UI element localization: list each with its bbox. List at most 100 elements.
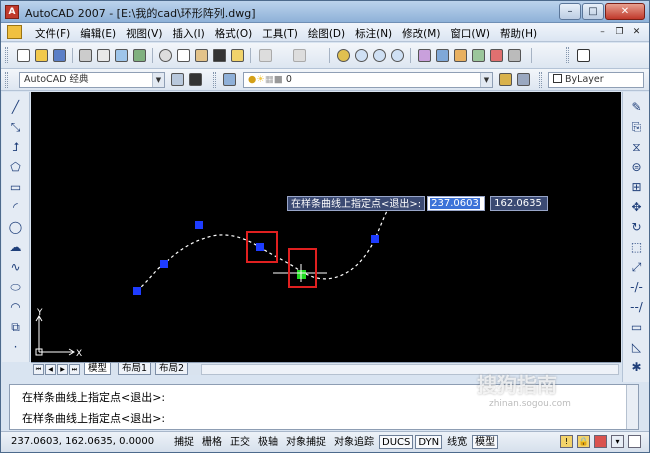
chamfer-icon[interactable]: ◺ xyxy=(629,340,644,355)
line-icon[interactable]: ╱ xyxy=(8,100,23,115)
status-toggle-7[interactable]: DYN xyxy=(415,435,443,449)
layer-previous-icon[interactable] xyxy=(515,71,532,88)
move-icon[interactable]: ✥ xyxy=(629,200,644,215)
offset-icon[interactable]: ⊜ xyxy=(629,160,644,175)
circle-icon[interactable]: ◯ xyxy=(8,220,23,235)
rotate-icon[interactable]: ↻ xyxy=(629,220,644,235)
trim-icon[interactable]: -/- xyxy=(629,280,644,295)
layer-manager-icon[interactable] xyxy=(221,71,238,88)
save-icon[interactable] xyxy=(51,47,68,64)
polygon-icon[interactable]: ⬠ xyxy=(8,160,23,175)
undo-icon[interactable] xyxy=(257,47,274,64)
tab-model[interactable]: 模型 xyxy=(84,363,112,375)
status-toggle-9[interactable]: 模型 xyxy=(472,435,499,449)
status-toggle-1[interactable]: 栅格 xyxy=(199,435,225,449)
toolbar-grip[interactable] xyxy=(539,72,542,88)
ellipse-icon[interactable]: ⬭ xyxy=(8,280,23,295)
redo-icon[interactable] xyxy=(291,47,308,64)
array-icon[interactable]: ⊞ xyxy=(629,180,644,195)
tab-layout2[interactable]: 布局2 xyxy=(155,363,189,375)
break-icon[interactable]: ▭ xyxy=(629,320,644,335)
construction-line-icon[interactable]: ⤡ xyxy=(8,120,23,135)
dynamic-input-y[interactable]: 162.0635 xyxy=(490,196,549,211)
first-tab-button[interactable]: ⏮ xyxy=(33,364,44,375)
menu-item-9[interactable]: 窗口(W) xyxy=(446,26,496,41)
3d-dwf-icon[interactable] xyxy=(131,47,148,64)
calculator-icon[interactable] xyxy=(506,47,523,64)
scale-icon[interactable]: ⬚ xyxy=(629,240,644,255)
doc-close-button[interactable]: ✕ xyxy=(630,26,643,38)
rectangle-icon[interactable]: ▭ xyxy=(8,180,23,195)
clean-screen-icon[interactable] xyxy=(628,435,641,448)
status-toggle-8[interactable]: 线宽 xyxy=(444,435,470,449)
tab-layout1[interactable]: 布局1 xyxy=(118,363,152,375)
trusted-publish-icon[interactable] xyxy=(594,435,607,448)
mirror-icon[interactable]: ⧖ xyxy=(629,140,644,155)
drawing-area[interactable]: Y X xyxy=(31,92,621,362)
new-icon[interactable] xyxy=(15,47,32,64)
menu-item-1[interactable]: 编辑(E) xyxy=(76,26,122,41)
layer-select[interactable]: ●☀▦■ 0 ▼ xyxy=(243,72,493,88)
status-toggle-0[interactable]: 捕捉 xyxy=(171,435,197,449)
status-toggle-6[interactable]: DUCS xyxy=(379,435,414,449)
menu-item-5[interactable]: 工具(T) xyxy=(258,26,304,41)
workspace-select[interactable]: AutoCAD 经典 ▼ xyxy=(19,72,165,88)
menu-item-6[interactable]: 绘图(D) xyxy=(304,26,351,41)
menu-item-4[interactable]: 格式(O) xyxy=(211,26,258,41)
prev-tab-button[interactable]: ◀ xyxy=(45,364,56,375)
color-select[interactable]: ByLayer xyxy=(548,72,644,88)
open-icon[interactable] xyxy=(33,47,50,64)
zoom-window-icon[interactable] xyxy=(371,47,388,64)
sheet-set-icon[interactable] xyxy=(470,47,487,64)
command-input[interactable]: 在样条曲线上指定点<退出>: xyxy=(22,410,165,426)
publish-icon[interactable] xyxy=(113,47,130,64)
communication-center-icon[interactable]: ! xyxy=(560,435,573,448)
toolbar-grip[interactable] xyxy=(566,47,569,63)
print-icon[interactable] xyxy=(77,47,94,64)
copy-icon[interactable] xyxy=(175,47,192,64)
status-toggle-4[interactable]: 对象捕捉 xyxy=(283,435,329,449)
command-scrollbar[interactable] xyxy=(626,385,638,429)
menu-item-0[interactable]: 文件(F) xyxy=(31,26,76,41)
status-menu-icon[interactable]: ▾ xyxy=(611,435,624,448)
copy-object-icon[interactable]: ⎘ xyxy=(629,120,644,135)
doc-restore-button[interactable]: ❐ xyxy=(613,26,626,38)
menu-item-2[interactable]: 视图(V) xyxy=(122,26,168,41)
ellipse-arc-icon[interactable]: ◠ xyxy=(8,300,23,315)
revision-cloud-icon[interactable]: ☁ xyxy=(8,240,23,255)
match-properties-icon[interactable] xyxy=(211,47,228,64)
paste-icon[interactable] xyxy=(193,47,210,64)
make-current-layer-icon[interactable] xyxy=(497,71,514,88)
toolbar-grip[interactable] xyxy=(5,72,8,88)
close-button[interactable]: ✕ xyxy=(605,3,645,20)
extend-icon[interactable]: --/ xyxy=(629,300,644,315)
text-style-icon[interactable] xyxy=(575,47,592,64)
point-icon[interactable]: · xyxy=(8,340,23,355)
insert-block-icon[interactable]: ⧉ xyxy=(8,320,23,335)
erase-icon[interactable]: ✎ xyxy=(629,100,644,115)
explode-icon[interactable]: ✱ xyxy=(629,360,644,375)
stretch-icon[interactable]: ⤢ xyxy=(629,260,644,275)
menu-item-8[interactable]: 修改(M) xyxy=(398,26,446,41)
toolbar-grip[interactable] xyxy=(5,47,8,63)
toolbar-grip[interactable] xyxy=(213,72,216,88)
workspace-settings-icon[interactable] xyxy=(169,71,186,88)
tool-palettes-icon[interactable] xyxy=(452,47,469,64)
workspace-save-icon[interactable] xyxy=(187,71,204,88)
status-toggle-2[interactable]: 正交 xyxy=(227,435,253,449)
zoom-realtime-icon[interactable] xyxy=(353,47,370,64)
maximize-button[interactable]: □ xyxy=(582,3,604,20)
block-editor-icon[interactable] xyxy=(229,47,246,64)
dynamic-input-x[interactable]: 237.0603 xyxy=(427,196,486,211)
plot-preview-icon[interactable] xyxy=(95,47,112,64)
doc-minimize-button[interactable]: – xyxy=(596,26,609,38)
arc-icon[interactable]: ◜ xyxy=(8,200,23,215)
menu-item-10[interactable]: 帮助(H) xyxy=(496,26,543,41)
polyline-icon[interactable]: ⮥ xyxy=(8,140,23,155)
markup-icon[interactable] xyxy=(488,47,505,64)
spline-icon[interactable]: ∿ xyxy=(8,260,23,275)
last-tab-button[interactable]: ⏭ xyxy=(69,364,80,375)
zoom-previous-icon[interactable] xyxy=(389,47,406,64)
minimize-button[interactable]: – xyxy=(559,3,581,20)
next-tab-button[interactable]: ▶ xyxy=(57,364,68,375)
